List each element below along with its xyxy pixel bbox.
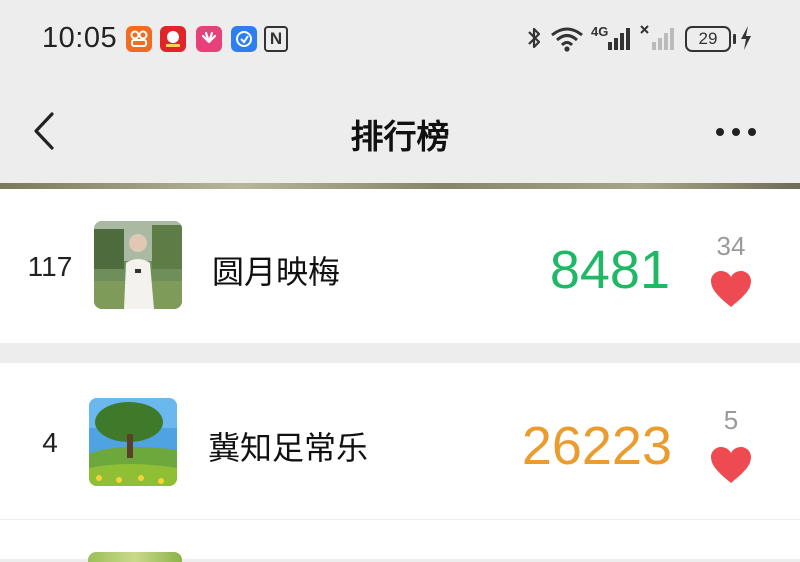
wifi-icon <box>549 24 585 58</box>
user-name: 圆月映梅 <box>212 253 341 291</box>
ranking-row[interactable] <box>0 520 800 562</box>
huawei-app-icon <box>196 26 222 52</box>
status-bar: 10:05 N 4G 29 <box>0 0 800 80</box>
nfc-icon: N <box>264 26 288 52</box>
app-notification-icon <box>231 26 257 52</box>
page-title: 排行榜 <box>350 117 450 156</box>
charging-icon <box>739 24 753 58</box>
avatar[interactable] <box>88 552 182 562</box>
like-count: 5 <box>723 405 739 435</box>
like-button[interactable] <box>709 269 753 309</box>
rank-number: 117 <box>27 251 73 282</box>
section-divider <box>0 343 800 363</box>
navigation-bar: 排行榜 <box>0 80 800 185</box>
avatar[interactable] <box>89 398 177 486</box>
like-count: 34 <box>716 231 746 261</box>
battery-icon: 29 <box>685 26 731 52</box>
rank-number: 4 <box>42 427 58 458</box>
app-notification-icon <box>160 26 186 52</box>
step-score: 26223 <box>521 416 672 476</box>
user-name: 冀知足常乐 <box>208 429 369 467</box>
app-notification-icon <box>126 26 152 52</box>
like-button[interactable] <box>709 445 753 485</box>
ranking-row[interactable]: 117 圆月映梅 8481 34 <box>0 189 800 343</box>
more-dots-icon <box>716 128 756 136</box>
heart-icon <box>711 447 751 483</box>
heart-icon <box>711 271 751 307</box>
step-score: 8481 <box>549 240 670 300</box>
more-options-button[interactable] <box>708 114 764 150</box>
bluetooth-icon <box>525 24 543 59</box>
battery-cap <box>733 34 736 44</box>
network-type-label: 4G <box>591 24 608 39</box>
cellular-signal-no-service-icon <box>640 24 680 58</box>
cellular-signal-icon: 4G <box>591 24 633 58</box>
ranking-row[interactable]: 4 冀知足常乐 26223 5 <box>0 363 800 520</box>
status-time: 10:05 <box>42 22 118 54</box>
avatar[interactable] <box>94 221 182 309</box>
